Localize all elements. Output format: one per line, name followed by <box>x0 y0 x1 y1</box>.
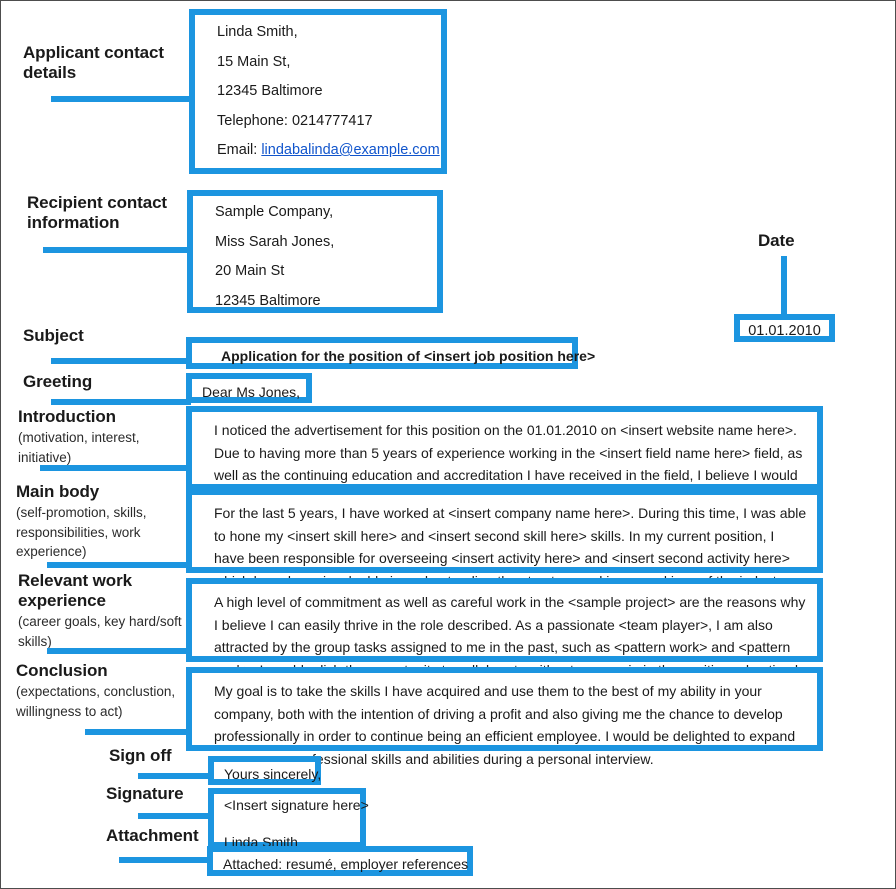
label-subtitle: (motivation, interest, initiative) <box>18 430 140 465</box>
applicant-line-telephone: Telephone: 0214777417 <box>217 112 373 129</box>
recipient-line-city: 12345 Baltimore <box>215 292 321 309</box>
label-introduction: Introduction (motivation, interest, init… <box>18 407 183 467</box>
label-title: Main body <box>16 482 100 501</box>
applicant-line-email: Email: lindabalinda@example.com <box>217 142 440 158</box>
recipient-line-street: 20 Main St <box>215 263 285 279</box>
label-title: Conclusion <box>16 661 108 680</box>
attachment-value: Attached: resumé, employer references <box>223 856 469 872</box>
label-title: Signature <box>106 784 184 803</box>
main-body-text: For the last 5 years, I have worked at <… <box>214 505 807 589</box>
connector-date <box>781 256 787 316</box>
label-title: Relevant work <box>18 571 132 590</box>
connector-introduction <box>40 465 191 471</box>
conclusion-text: My goal is to take the skills I have acq… <box>214 683 796 768</box>
label-greeting: Greeting <box>23 372 183 392</box>
label-conclusion: Conclusion (expectations, conclustion, w… <box>16 661 188 721</box>
greeting-value: Dear Ms Jones, <box>202 384 301 400</box>
sign-off-value: Yours sincerely, <box>224 766 322 782</box>
relevant-work-experience-text: A high level of commitment as well as ca… <box>214 594 806 678</box>
connector-sign-off <box>138 773 212 779</box>
label-title: Attachment <box>106 826 199 845</box>
box-attachment: Attached: resumé, employer references <box>207 846 473 876</box>
applicant-line-city: 12345 Baltimore <box>217 83 323 99</box>
box-sign-off: Yours sincerely, <box>208 756 321 785</box>
date-value: 01.01.2010 <box>748 323 821 339</box>
box-applicant-contact-details: Linda Smith, 15 Main St, 12345 Baltimore… <box>189 9 447 174</box>
label-attachment: Attachment <box>106 826 231 846</box>
box-recipient-contact-information: Sample Company, Miss Sarah Jones, 20 Mai… <box>187 190 443 313</box>
label-subtitle: (expectations, conclustion, willingness … <box>16 684 176 719</box>
signature-placeholder: <Insert signature here> <box>224 797 369 813</box>
connector-relevant-work-experience <box>47 648 191 654</box>
box-greeting: Dear Ms Jones, <box>186 373 312 403</box>
label-title: Sign off <box>109 746 172 765</box>
box-relevant-work-experience: A high level of commitment as well as ca… <box>186 578 823 678</box>
label-title: Recipient contact <box>27 193 167 212</box>
subject-value: Application for the position of <insert … <box>221 348 596 364</box>
box-signature: <Insert signature here> Linda Smith <box>208 788 369 849</box>
cover-letter-structure-diagram: Applicant contact details Linda Smith, 1… <box>0 0 896 889</box>
label-title-line2: experience <box>18 591 106 611</box>
label-date: Date <box>758 231 838 251</box>
label-subtitle: (self-promotion, skills, responsibilitie… <box>16 505 147 560</box>
applicant-line-street: 15 Main St, <box>217 53 291 70</box>
connector-applicant-contact <box>51 96 191 102</box>
email-link[interactable]: lindabalinda@example.com <box>261 142 439 158</box>
label-signature: Signature <box>106 784 211 804</box>
connector-main-body <box>47 562 191 568</box>
label-title-line2: information <box>27 213 120 233</box>
label-title: Greeting <box>23 372 93 391</box>
box-conclusion: My goal is to take the skills I have acq… <box>186 667 823 767</box>
label-main-body: Main body (self-promotion, skills, respo… <box>16 482 184 562</box>
label-title: Date <box>758 231 795 250</box>
connector-subject <box>51 358 191 364</box>
connector-signature <box>138 813 212 819</box>
recipient-line-person: Miss Sarah Jones, <box>215 233 335 250</box>
label-title: Applicant contact <box>23 43 164 62</box>
label-title: Subject <box>23 326 84 345</box>
connector-conclusion <box>85 729 191 735</box>
connector-attachment <box>119 857 211 863</box>
label-sign-off: Sign off <box>109 746 209 766</box>
connector-recipient-contact <box>43 247 191 253</box>
label-applicant-contact-details: Applicant contact details <box>23 43 188 83</box>
box-introduction: I noticed the advertisement for this pos… <box>186 406 823 506</box>
recipient-line-company: Sample Company, <box>215 204 334 220</box>
label-title: Introduction <box>18 407 116 426</box>
label-subtitle: (career goals, key hard/soft skills) <box>18 614 182 649</box>
box-subject: Application for the position of <insert … <box>186 337 595 369</box>
label-relevant-work-experience: Relevant work experience (career goals, … <box>18 571 186 651</box>
email-label: Email: <box>217 142 262 158</box>
connector-greeting <box>51 399 191 405</box>
box-date: 01.01.2010 <box>734 314 835 342</box>
label-subject: Subject <box>23 326 183 346</box>
label-recipient-contact-information: Recipient contact information <box>27 193 197 233</box>
label-title-line2: details <box>23 63 77 83</box>
applicant-line-name: Linda Smith, <box>217 24 298 40</box>
box-main-body: For the last 5 years, I have worked at <… <box>186 489 823 589</box>
